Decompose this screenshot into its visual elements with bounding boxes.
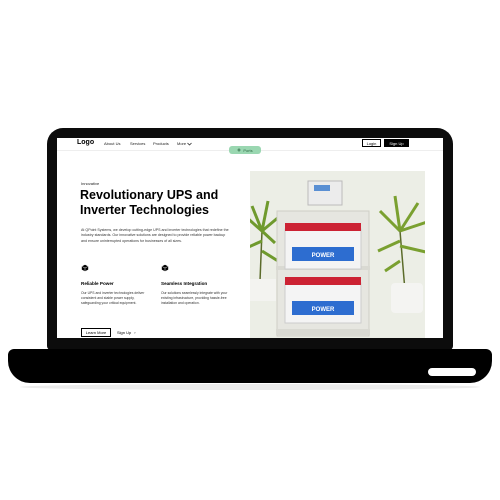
laptop-base — [8, 349, 492, 383]
chevron-down-icon — [187, 142, 193, 146]
feature-desc-seamless-integration: Our solutions seamlessly integrate with … — [161, 291, 228, 305]
hero-image: POWER POWER — [250, 171, 425, 338]
nav-item-services[interactable]: Services — [130, 141, 145, 146]
logo[interactable]: Logo — [77, 139, 94, 146]
nav-item-more-label: More — [177, 141, 187, 146]
floating-pill[interactable]: Ports — [229, 146, 261, 154]
hero-tagline: Innovative — [81, 181, 100, 186]
ups-battery-photo: POWER POWER — [250, 171, 425, 338]
cube-icon — [81, 264, 89, 272]
signup-button[interactable]: Sign Up — [384, 139, 409, 147]
nav-item-more[interactable]: More — [177, 141, 193, 146]
hero-description: At QPoint Systems, we develop cutting-ed… — [81, 228, 229, 243]
laptop-base-notch — [428, 368, 476, 376]
plus-icon — [237, 148, 241, 152]
feature-title-seamless-integration: Seamless Integration — [161, 281, 208, 286]
cube-icon — [161, 264, 169, 272]
hero-title: Revolutionary UPS and Inverter Technolog… — [80, 188, 219, 217]
login-button[interactable]: Login — [362, 139, 381, 147]
nav-item-products[interactable]: Products — [153, 141, 169, 146]
battery-bottom-brand: POWER — [312, 307, 335, 313]
laptop-screen: Logo About Us Services Products More Log… — [57, 138, 443, 338]
nav-item-about[interactable]: About Us — [104, 141, 120, 146]
signup-link-button[interactable]: Sign Up › — [117, 328, 136, 337]
feature-title-reliable-power: Reliable Power — [81, 281, 114, 286]
learn-more-button[interactable]: Learn More — [81, 328, 111, 337]
floating-pill-label: Ports — [243, 147, 253, 153]
feature-desc-reliable-power: Our UPS and inverter technologies delive… — [81, 291, 145, 305]
battery-top-brand: POWER — [312, 253, 335, 259]
signup-link-label: Sign Up — [117, 330, 132, 335]
chevron-right-icon: › — [134, 330, 136, 335]
laptop-shadow — [20, 384, 480, 390]
